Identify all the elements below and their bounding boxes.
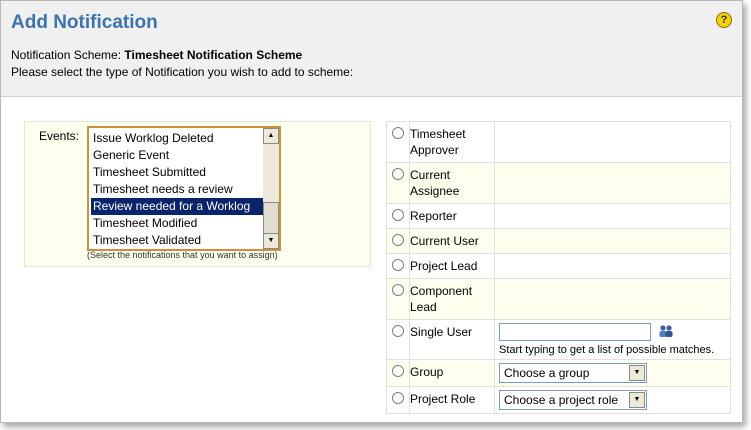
type-row: Reporter — [386, 203, 731, 229]
project-role-select[interactable]: Choose a project role ▼ — [499, 390, 647, 410]
page-title: Add Notification — [11, 12, 158, 33]
type-radio[interactable] — [392, 168, 404, 180]
type-row: Project Role Choose a project role ▼ — [386, 386, 731, 414]
scroll-up-arrow-icon[interactable]: ▲ — [263, 128, 279, 144]
group-select[interactable]: Choose a group ▼ — [499, 363, 647, 383]
type-radio[interactable] — [392, 284, 404, 296]
type-radio[interactable] — [392, 365, 404, 377]
event-option[interactable]: Issue Worklog Deleted — [91, 130, 265, 147]
events-listbox[interactable]: Issue Worklog Deleted Generic Event Time… — [87, 126, 281, 251]
type-radio[interactable] — [392, 392, 404, 404]
scheme-line: Notification Scheme: Timesheet Notificat… — [11, 48, 302, 62]
events-label: Events: — [39, 129, 80, 143]
instruction-text: Please select the type of Notification y… — [11, 65, 354, 79]
type-row: Component Lead — [386, 278, 731, 320]
project-role-select-value: Choose a project role — [504, 393, 619, 407]
event-option[interactable]: Timesheet Validated — [91, 232, 265, 249]
notification-type-table: Timesheet Approver Current Assignee Repo… — [386, 121, 731, 414]
single-user-input[interactable] — [499, 323, 651, 341]
group-select-value: Choose a group — [504, 366, 590, 380]
type-label: Component Lead — [409, 278, 495, 320]
type-label: Timesheet Approver — [409, 121, 495, 163]
event-option[interactable]: Timesheet Submitted — [91, 164, 265, 181]
type-row: Current User — [386, 228, 731, 254]
type-label: Current User — [409, 228, 495, 254]
scroll-down-arrow-icon[interactable]: ▼ — [263, 233, 279, 249]
chevron-down-icon[interactable]: ▼ — [629, 365, 645, 381]
events-hint: (Select the notifications that you want … — [87, 250, 278, 260]
events-scrollbar[interactable]: ▲ ▼ — [263, 128, 279, 249]
type-label: Single User — [409, 319, 495, 360]
type-radio[interactable] — [392, 325, 404, 337]
scroll-thumb[interactable] — [263, 202, 279, 234]
type-row: Group Choose a group ▼ — [386, 359, 731, 387]
notification-panel: Add Notification ? Notification Scheme: … — [0, 0, 743, 423]
type-row: Current Assignee — [386, 162, 731, 204]
scheme-name: Timesheet Notification Scheme — [124, 48, 303, 62]
type-radio[interactable] — [392, 259, 404, 271]
type-label: Current Assignee — [409, 162, 495, 204]
type-label: Project Lead — [409, 253, 495, 279]
event-option[interactable]: Timesheet Modified — [91, 215, 265, 232]
event-option-selected[interactable]: Review needed for a Worklog — [91, 198, 265, 215]
user-picker-icon[interactable] — [658, 324, 674, 341]
type-radio[interactable] — [392, 234, 404, 246]
type-label: Group — [409, 359, 495, 387]
type-radio[interactable] — [392, 209, 404, 221]
type-row: Timesheet Approver — [386, 121, 731, 163]
events-section: Events: Issue Worklog Deleted Generic Ev… — [24, 121, 371, 267]
type-row: Project Lead — [386, 253, 731, 279]
type-label: Project Role — [409, 386, 495, 414]
type-row: Single User Start typing to get a list o… — [386, 319, 731, 360]
single-user-hint: Start typing to get a list of possible m… — [499, 344, 715, 356]
page-header: Add Notification ? Notification Scheme: … — [1, 1, 742, 97]
event-option[interactable]: Timesheet needs a review — [91, 181, 265, 198]
help-icon[interactable]: ? — [716, 12, 732, 28]
type-radio[interactable] — [392, 127, 404, 139]
type-label: Reporter — [409, 203, 495, 229]
chevron-down-icon[interactable]: ▼ — [629, 392, 645, 408]
scheme-label: Notification Scheme: — [11, 48, 122, 62]
event-option[interactable]: Generic Event — [91, 147, 265, 164]
